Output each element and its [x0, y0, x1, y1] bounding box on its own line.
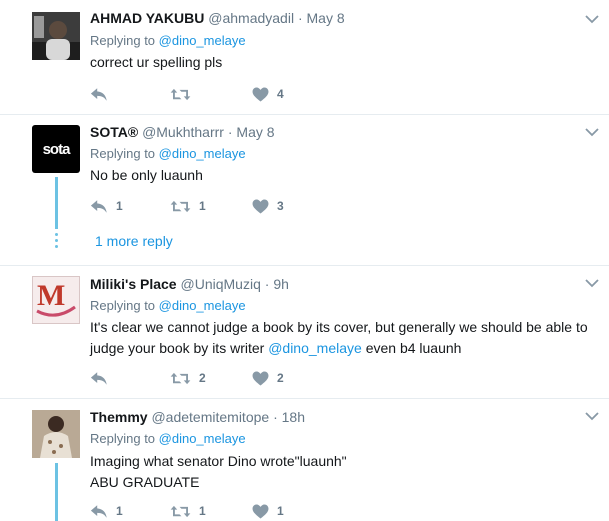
- tweet-actions: 4: [90, 84, 390, 104]
- replying-to-handle[interactable]: @dino_melaye: [159, 146, 246, 161]
- thread-line: [55, 463, 58, 521]
- tweet-text: No be only luaunh: [90, 167, 203, 183]
- tweet-2[interactable]: sota SOTA® @Mukhtharrr · May 8 Replying …: [0, 115, 609, 265]
- chevron-down-icon[interactable]: [585, 411, 599, 421]
- retweet-icon: [170, 87, 191, 102]
- timestamp[interactable]: 18h: [282, 409, 305, 425]
- retweet-count: 1: [199, 199, 206, 213]
- profile-photo-icon: [32, 12, 80, 60]
- heart-icon: [252, 87, 269, 102]
- separator-dot: ·: [297, 10, 303, 26]
- replying-to-handle[interactable]: @dino_melaye: [159, 298, 246, 313]
- replying-to: Replying to @dino_melaye: [90, 298, 246, 313]
- tweet-actions: 1 1 1: [90, 501, 390, 521]
- tweet-text-part: even b4 luaunh: [361, 340, 462, 356]
- author-handle[interactable]: @ahmadyadil: [208, 10, 294, 26]
- tweet-3[interactable]: M Miliki's Place @UniqMuziq · 9h Replyin…: [0, 266, 609, 398]
- retweet-button[interactable]: 2: [170, 368, 206, 388]
- tweet-text-line: ABU GRADUATE: [90, 474, 200, 490]
- mention-link[interactable]: @dino_melaye: [268, 340, 362, 356]
- tweet-text: correct ur spelling pls: [90, 54, 223, 70]
- timestamp[interactable]: 9h: [273, 276, 289, 292]
- avatar-ahmad[interactable]: [32, 12, 80, 60]
- heart-icon: [252, 504, 269, 519]
- separator-dot: ·: [264, 276, 270, 292]
- replying-to-label: Replying to: [90, 431, 159, 446]
- tweet-4[interactable]: Themmy @adetemitemitope · 18h Replying t…: [0, 399, 609, 521]
- chevron-down-icon[interactable]: [585, 14, 599, 24]
- author-handle[interactable]: @UniqMuziq: [181, 276, 261, 292]
- reply-button[interactable]: [90, 84, 116, 104]
- reply-button[interactable]: [90, 368, 116, 388]
- retweet-button[interactable]: 1: [170, 501, 206, 521]
- replying-to-label: Replying to: [90, 298, 159, 313]
- profile-photo-icon: [32, 410, 80, 458]
- reply-icon: [90, 199, 108, 214]
- like-count: 4: [277, 87, 284, 101]
- like-button[interactable]: 3: [252, 196, 284, 216]
- reply-icon: [90, 87, 108, 102]
- avatar-themmy[interactable]: [32, 410, 80, 458]
- reply-count: 1: [116, 199, 123, 213]
- miliki-logo-letter: M: [37, 279, 66, 312]
- replying-to: Replying to @dino_melaye: [90, 146, 246, 161]
- like-count: 3: [277, 199, 284, 213]
- reply-icon: [90, 504, 108, 519]
- reply-button[interactable]: 1: [90, 196, 123, 216]
- author-name[interactable]: SOTA®: [90, 124, 138, 140]
- retweet-count: 1: [199, 504, 206, 518]
- tweet-text: It's clear we cannot judge a book by its…: [90, 317, 590, 359]
- tweet-header: SOTA® @Mukhtharrr · May 8: [90, 124, 275, 140]
- retweet-icon: [170, 504, 191, 519]
- replying-to-label: Replying to: [90, 146, 159, 161]
- like-count: 1: [277, 504, 284, 518]
- chevron-down-icon[interactable]: [585, 278, 599, 288]
- retweet-count: 2: [199, 371, 206, 385]
- tweet-1[interactable]: AHMAD YAKUBU @ahmadyadil · May 8 Replyin…: [0, 0, 609, 114]
- tweet-header: AHMAD YAKUBU @ahmadyadil · May 8: [90, 10, 345, 26]
- more-replies-link[interactable]: 1 more reply: [95, 233, 173, 249]
- chevron-down-icon[interactable]: [585, 127, 599, 137]
- separator-dot: ·: [273, 409, 278, 425]
- tweet-header: Themmy @adetemitemitope · 18h: [90, 409, 305, 425]
- replying-to: Replying to @dino_melaye: [90, 33, 246, 48]
- reply-icon: [90, 371, 108, 386]
- author-name[interactable]: Themmy: [90, 409, 148, 425]
- author-name[interactable]: Miliki's Place: [90, 276, 177, 292]
- tweet-header: Miliki's Place @UniqMuziq · 9h: [90, 276, 289, 292]
- avatar-miliki[interactable]: M: [32, 276, 80, 324]
- thread-line: [55, 177, 58, 229]
- like-button[interactable]: 1: [252, 501, 284, 521]
- reply-button[interactable]: 1: [90, 501, 123, 521]
- replying-to-handle[interactable]: @dino_melaye: [159, 33, 246, 48]
- sota-logo: sota: [42, 140, 71, 158]
- retweet-icon: [170, 371, 191, 386]
- heart-icon: [252, 199, 269, 214]
- reply-count: 1: [116, 504, 123, 518]
- timestamp[interactable]: May 8: [236, 124, 274, 140]
- thread-dots: [54, 233, 59, 251]
- heart-icon: [252, 371, 269, 386]
- author-name[interactable]: AHMAD YAKUBU: [90, 10, 204, 26]
- like-button[interactable]: 4: [252, 84, 284, 104]
- replying-to: Replying to @dino_melaye: [90, 431, 246, 446]
- separator-dot: ·: [227, 124, 233, 140]
- tweet-text-line: Imaging what senator Dino wrote"luaunh": [90, 453, 347, 469]
- author-handle[interactable]: @adetemitemitope: [151, 409, 269, 425]
- avatar-sota[interactable]: sota: [32, 125, 80, 173]
- tweet-actions: 2 2: [90, 368, 390, 388]
- replying-to-handle[interactable]: @dino_melaye: [159, 431, 246, 446]
- author-handle[interactable]: @Mukhtharrr: [142, 124, 224, 140]
- replying-to-label: Replying to: [90, 33, 159, 48]
- retweet-icon: [170, 199, 191, 214]
- tweet-text: Imaging what senator Dino wrote"luaunh" …: [90, 451, 590, 493]
- timestamp[interactable]: May 8: [307, 10, 345, 26]
- like-button[interactable]: 2: [252, 368, 284, 388]
- like-count: 2: [277, 371, 284, 385]
- retweet-button[interactable]: 1: [170, 196, 206, 216]
- tweet-actions: 1 1 3: [90, 196, 390, 216]
- retweet-button[interactable]: [170, 84, 199, 104]
